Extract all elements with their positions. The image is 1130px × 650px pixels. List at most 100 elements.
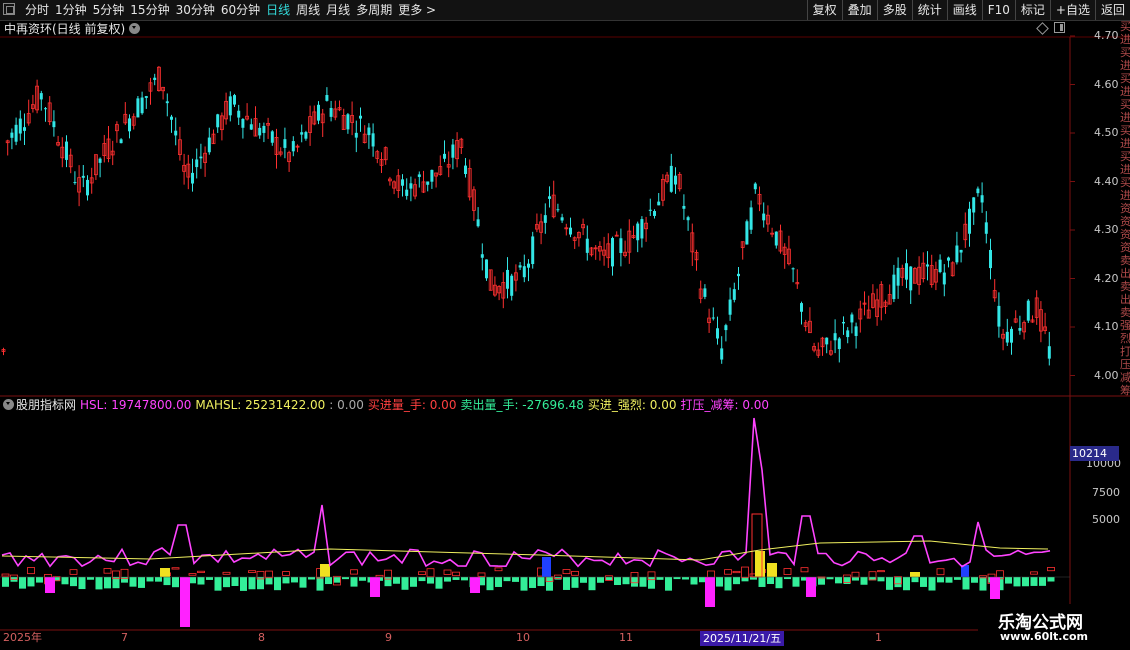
buy-volume-bar (248, 570, 256, 573)
candle-body (892, 274, 896, 300)
press-bar (990, 577, 1000, 599)
buy-volume-bar (571, 570, 579, 576)
candle-body (140, 97, 144, 114)
sell-volume-bar (826, 577, 834, 580)
sell-volume-bar (835, 577, 842, 584)
candle-body (216, 114, 220, 128)
selected-date: 2025/11/21/五 (700, 631, 785, 646)
sell-volume-bar (299, 577, 307, 588)
candle-body (543, 215, 547, 223)
candle-body (905, 263, 908, 280)
sell-volume-bar (495, 577, 502, 587)
sell-volume-bar (316, 577, 324, 591)
sell-volume-bar (928, 577, 936, 591)
sell-volume-bar (206, 577, 213, 580)
sell-volume-bar (231, 577, 239, 587)
price-tick-label: 4.20 (1094, 271, 1119, 285)
candle-body (716, 328, 719, 339)
press-bar (806, 577, 816, 597)
sell-volume-bar (580, 577, 587, 583)
sell-volume-bar (1047, 577, 1055, 582)
candle-body (405, 189, 409, 196)
date-tick-label: 2025年 (3, 631, 42, 644)
sell-volume-bar (546, 577, 553, 591)
candle-body (648, 209, 652, 211)
indicator-value-5: 买进_强烈: 0.00 (587, 398, 677, 412)
candle-body (947, 257, 950, 261)
sell-volume-bar (189, 577, 196, 584)
candle-body (846, 330, 850, 338)
candle-body (669, 165, 673, 192)
sell-volume-bar (716, 577, 723, 587)
candle-body (1018, 328, 1022, 331)
buy-volume-bar (494, 567, 503, 572)
indicator-tick-label: 7500 (1092, 486, 1120, 499)
candle-body (128, 118, 131, 132)
candle-body (955, 245, 959, 263)
sell-volume-bar (308, 577, 315, 580)
candle-body (800, 303, 803, 312)
indicator-value-4: 卖出量_手: -27696.48 (460, 398, 584, 412)
buy-volume-bar (877, 570, 885, 573)
candle-body (657, 201, 661, 206)
candle-body (506, 269, 509, 289)
sell-volume-bar (461, 577, 468, 581)
candle-body (354, 132, 358, 138)
candle-body (136, 98, 140, 118)
sell-volume-bar (333, 577, 341, 583)
indicator-name[interactable]: 股朋指标网 (16, 398, 76, 412)
sell-volume-bar (529, 577, 536, 588)
candle-body (401, 179, 404, 186)
candle-body (81, 175, 85, 178)
candle-body (270, 131, 274, 143)
indicator-value-2: : 0.00 (329, 398, 364, 412)
candle-body (896, 267, 900, 286)
candle-body (23, 127, 26, 131)
special-bar (542, 557, 551, 577)
kline-chart-canvas[interactable] (0, 0, 1130, 650)
price-tick-label: 4.60 (1094, 77, 1119, 91)
price-tick-label: 4.50 (1094, 126, 1119, 139)
sell-volume-bar (61, 577, 69, 585)
candle-body (304, 132, 308, 139)
sell-volume-bar (758, 577, 766, 587)
strong-buy-bar (755, 551, 765, 577)
candle-body (585, 238, 589, 253)
strong-buy-bar (160, 568, 170, 577)
candle-body (749, 207, 753, 230)
date-tick-label: 10 (516, 631, 530, 644)
sell-volume-bar (656, 577, 664, 580)
candle-body (44, 108, 47, 110)
candle-body (926, 264, 929, 267)
indicator-menu-icon[interactable] (3, 399, 14, 410)
candle-body (241, 118, 245, 128)
sell-volume-bar (359, 577, 366, 581)
candle-body (791, 268, 795, 270)
sell-volume-bar (971, 577, 978, 583)
sell-volume-bar (784, 577, 791, 580)
candle-body (18, 118, 22, 134)
sell-volume-bar (520, 577, 528, 591)
candle-body (510, 275, 514, 296)
sell-volume-bar (1005, 577, 1012, 584)
sell-volume-bar (852, 577, 859, 581)
sell-volume-bar (597, 577, 604, 583)
candle-body (283, 139, 287, 148)
buy-volume-bar (426, 568, 435, 578)
candle-body (753, 183, 757, 190)
sell-volume-bar (19, 577, 26, 589)
indicator-value-1: MAHSL: 25231422.00 (195, 398, 326, 412)
candle-body (207, 137, 211, 153)
candle-body (640, 219, 644, 239)
sell-volume-bar (444, 577, 451, 582)
sell-volume-bar (605, 577, 613, 581)
sell-volume-bar (622, 577, 630, 585)
candle-body (976, 188, 980, 194)
candle-body (464, 165, 467, 175)
buy-volume-bar (1047, 567, 1055, 572)
buy-volume-bar (171, 567, 180, 570)
candle-body (346, 114, 350, 130)
press-bar (180, 577, 190, 627)
buy-volume-bar (197, 570, 205, 573)
buy-volume-bar (1, 573, 10, 577)
